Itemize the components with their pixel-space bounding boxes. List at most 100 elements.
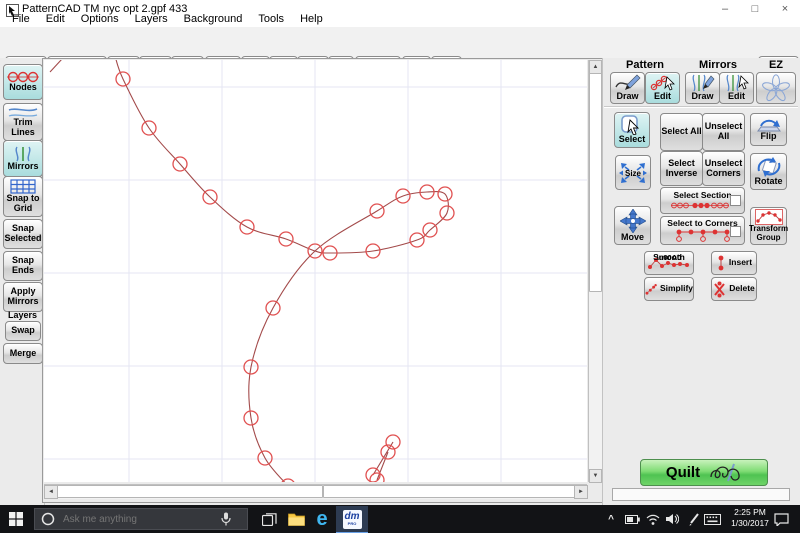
volume-control[interactable] <box>661 509 683 529</box>
mirror-draw-icon <box>690 74 716 92</box>
select-to-corners-button[interactable]: Select to Corners <box>660 216 745 245</box>
pro-label: PRO <box>348 522 357 526</box>
task-view-button[interactable] <box>258 509 280 529</box>
simplify-button[interactable]: Simplify <box>644 277 694 301</box>
smooth-label: Smooth <box>645 253 693 262</box>
curve-node[interactable] <box>281 479 295 482</box>
snap-selected-button[interactable]: Snap Selected <box>3 219 43 249</box>
mirrors-icon <box>11 146 35 162</box>
pattern-draw-label: Draw <box>616 92 638 102</box>
horizontal-scrollbar[interactable]: ◄ ► <box>44 484 587 499</box>
select-section-checkbox[interactable] <box>730 195 741 206</box>
menu-layers[interactable]: Layers <box>127 13 176 27</box>
flip-label: Flip <box>761 132 777 142</box>
snap-to-grid-label: Snap to Grid <box>7 194 40 214</box>
ez-button[interactable] <box>756 72 796 104</box>
tray-expand-button[interactable]: ^ <box>600 509 622 529</box>
pattern-draw-button[interactable]: Draw <box>610 72 645 104</box>
ez-header: EZ <box>756 59 796 71</box>
scroll-down-arrow[interactable]: ▼ <box>589 469 602 483</box>
mirrors-draw-button[interactable]: Draw <box>685 72 720 104</box>
grid-icon <box>10 179 36 194</box>
maximize-button[interactable]: □ <box>744 0 766 18</box>
menu-options[interactable]: Options <box>73 13 127 27</box>
quilt-button[interactable]: Quilt <box>640 459 768 486</box>
rotate-label: Rotate <box>754 177 782 187</box>
unselect-corners-button[interactable]: Unselect Corners <box>702 151 745 186</box>
start-button[interactable] <box>5 509 27 529</box>
search-input[interactable] <box>61 513 215 526</box>
nodes-label: Nodes <box>9 83 37 93</box>
horizontal-scroll-track-left[interactable] <box>57 485 323 498</box>
mirrors-edit-label: Edit <box>728 92 745 102</box>
select-section-button[interactable]: Select Section <box>660 187 745 214</box>
vertical-scrollbar[interactable]: ▲ ▼ <box>588 60 602 482</box>
edge-button[interactable]: e <box>311 509 333 529</box>
menu-file[interactable]: File <box>4 13 38 27</box>
menu-background[interactable]: Background <box>176 13 251 27</box>
touch-keyboard-button[interactable] <box>701 509 723 529</box>
notification-icon <box>774 513 789 526</box>
menu-edit[interactable]: Edit <box>38 13 73 27</box>
windows-logo-icon <box>9 512 23 526</box>
action-center-button[interactable] <box>770 509 792 529</box>
apply-mirrors-button[interactable]: Apply Mirrors <box>3 282 43 312</box>
mirrors-draw-label: Draw <box>691 92 713 102</box>
battery-status[interactable] <box>621 509 643 529</box>
trim-lines-tool-button[interactable]: Trim Lines <box>3 103 43 141</box>
mirrors-tool-button[interactable]: Mirrors <box>3 140 43 177</box>
speaker-icon <box>665 513 679 525</box>
scroll-up-arrow[interactable]: ▲ <box>589 60 602 74</box>
scroll-right-arrow[interactable]: ► <box>574 485 588 499</box>
menu-tools[interactable]: Tools <box>250 13 292 27</box>
transform-group-button[interactable]: Transform Group <box>750 207 787 245</box>
menu-help[interactable]: Help <box>292 13 331 27</box>
mirrors-edit-button[interactable]: Edit <box>719 72 754 104</box>
select-to-corners-checkbox[interactable] <box>730 226 741 237</box>
delete-node-button[interactable]: Delete <box>711 277 757 301</box>
select-all-button[interactable]: Select All <box>660 113 703 151</box>
move-button[interactable]: Move <box>614 206 651 245</box>
merge-layers-button[interactable]: Merge <box>3 343 43 364</box>
svg-text:Size: Size <box>625 169 642 178</box>
size-button[interactable]: Size <box>615 155 651 190</box>
insert-button[interactable]: Insert <box>711 251 757 275</box>
snap-ends-button[interactable]: Snap Ends <box>3 251 43 281</box>
swap-layers-button[interactable]: Swap <box>5 321 41 341</box>
mirror-edit-icon <box>724 74 750 92</box>
pattern-edit-button[interactable]: Edit <box>645 72 680 104</box>
close-button[interactable]: × <box>774 0 796 18</box>
file-explorer-button[interactable] <box>285 509 307 529</box>
microphone-icon[interactable] <box>221 512 231 526</box>
smooth-button[interactable]: \u00A0 Smooth <box>644 251 694 275</box>
pattern-canvas[interactable] <box>44 60 587 482</box>
pattern-header: Pattern <box>610 59 680 71</box>
layers-section-label: Layers <box>8 310 37 320</box>
nodes-tool-button[interactable]: Nodes <box>3 64 43 100</box>
transform-group-label: Transform Group <box>749 225 788 243</box>
minimize-button[interactable]: – <box>714 0 736 18</box>
needle-thread-icon <box>708 463 742 483</box>
vertical-scroll-thumb[interactable] <box>589 73 602 292</box>
rotate-button[interactable]: Rotate <box>750 153 787 190</box>
simplify-icon <box>645 281 657 298</box>
pen-icon <box>688 513 700 526</box>
pattern-curve[interactable] <box>115 60 448 482</box>
taskbar-search[interactable] <box>34 508 248 530</box>
dm-pro-app-button[interactable]: dm PRO <box>336 506 368 533</box>
select-to-corners-label: Select to Corners <box>667 219 737 228</box>
select-button[interactable]: Select <box>614 112 650 148</box>
quilt-progress-bar <box>612 488 790 501</box>
select-to-corners-icon <box>673 228 733 242</box>
snap-to-grid-button[interactable]: Snap to Grid <box>3 176 43 217</box>
battery-icon <box>625 515 640 524</box>
scroll-left-arrow[interactable]: ◄ <box>44 485 58 499</box>
select-inverse-button[interactable]: Select Inverse <box>660 151 703 186</box>
panel-separator <box>604 106 798 107</box>
flip-button[interactable]: Flip <box>750 113 787 146</box>
cortana-icon <box>41 512 55 526</box>
wifi-icon <box>646 514 660 525</box>
pattern-edit-label: Edit <box>654 92 671 102</box>
horizontal-scroll-thumb[interactable] <box>323 485 575 498</box>
unselect-all-button[interactable]: Unselect All <box>702 113 745 151</box>
